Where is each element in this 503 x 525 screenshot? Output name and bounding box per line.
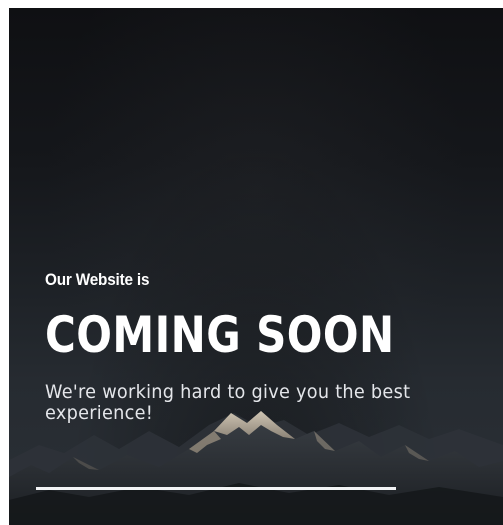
tagline-text: We're working hard to give you the best … [45, 381, 411, 425]
hero-section: Our Website is COMING SOON We're working… [9, 8, 503, 525]
divider-line [36, 487, 396, 490]
coming-soon-heading: COMING SOON [45, 306, 395, 364]
hero-content: Our Website is COMING SOON We're working… [45, 270, 465, 425]
intro-text: Our Website is [45, 270, 150, 289]
